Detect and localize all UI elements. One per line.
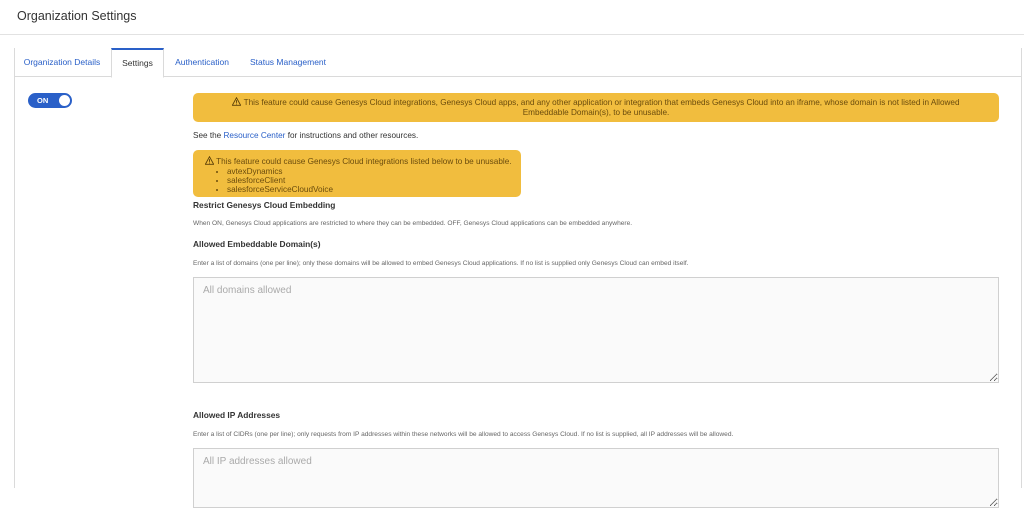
integrations-list: avtexDynamics salesforceClient salesforc…: [227, 167, 521, 194]
allowed-ip-description: Enter a list of CIDRs (one per line); on…: [193, 431, 734, 438]
list-item: salesforceClient: [227, 176, 521, 185]
allowed-domains-heading: Allowed Embeddable Domain(s): [193, 239, 321, 249]
toggle-knob: [59, 95, 70, 106]
tab-authentication[interactable]: Authentication: [164, 48, 240, 77]
resource-center-link[interactable]: Resource Center: [224, 131, 286, 140]
allowed-ip-heading: Allowed IP Addresses: [193, 410, 281, 420]
page-title: Organization Settings: [17, 9, 137, 23]
warning-text-line2: Embeddable Domain(s), to be unusable.: [522, 108, 670, 117]
warning-text-line1: This feature could cause Genesys Cloud i…: [243, 98, 960, 107]
page-header: Organization Settings: [0, 0, 1024, 35]
warning-triangle-icon: [232, 97, 242, 106]
allowed-domains-textarea[interactable]: [193, 277, 999, 383]
allowed-domains-description: Enter a list of domains (one per line); …: [193, 260, 689, 267]
tab-status-management[interactable]: Status Management: [242, 48, 334, 77]
restrict-embedding-toggle[interactable]: ON: [28, 93, 72, 108]
tab-settings[interactable]: Settings: [111, 48, 164, 78]
integrations-warning-text: This feature could cause Genesys Cloud i…: [216, 157, 512, 166]
warning-banner-integrations: This feature could cause Genesys Cloud i…: [193, 150, 521, 197]
list-item: salesforceServiceCloudVoice: [227, 185, 521, 194]
allowed-ip-textarea[interactable]: [193, 448, 999, 508]
warning-triangle-icon: [205, 156, 214, 165]
tab-organization-details[interactable]: Organization Details: [14, 48, 110, 77]
resource-suffix: for instructions and other resources.: [287, 131, 419, 140]
warning-banner-iframe: This feature could cause Genesys Cloud i…: [193, 93, 999, 122]
restrict-embedding-description: When ON, Genesys Cloud applications are …: [193, 220, 633, 227]
toggle-label: ON: [37, 96, 49, 105]
resource-prefix: See the: [193, 131, 222, 140]
list-item: avtexDynamics: [227, 167, 521, 176]
restrict-embedding-heading: Restrict Genesys Cloud Embedding: [193, 200, 336, 210]
tab-bar: Organization Details Settings Authentica…: [14, 48, 1022, 78]
resource-center-line: See the Resource Center for instructions…: [193, 131, 418, 140]
